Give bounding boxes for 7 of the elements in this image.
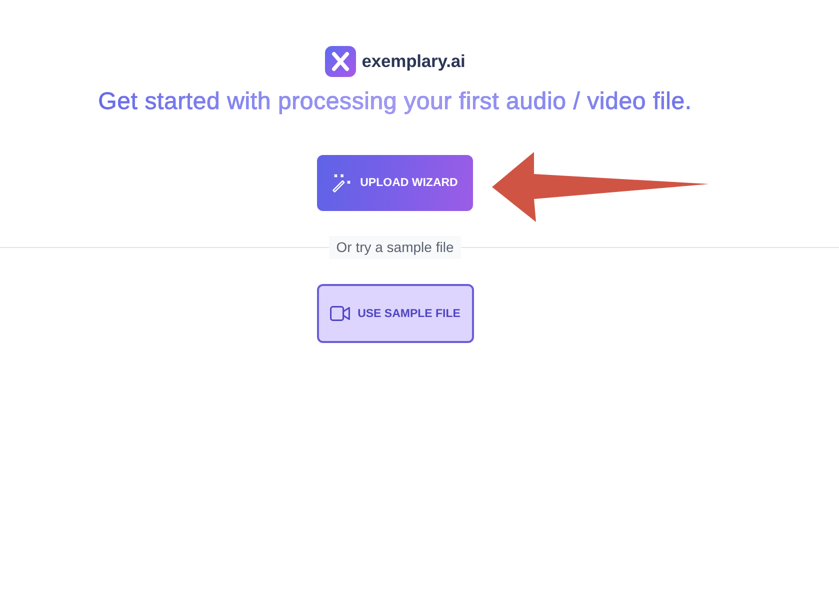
logo-name: exemplary.ai xyxy=(362,51,466,72)
logo-icon xyxy=(324,46,356,77)
use-sample-file-button[interactable]: USE SAMPLE FILE xyxy=(316,284,474,343)
video-camera-icon xyxy=(330,306,350,321)
magic-wand-icon xyxy=(332,173,352,193)
divider-label: Or try a sample file xyxy=(329,236,461,259)
upload-wizard-button[interactable]: UPLOAD WIZARD xyxy=(317,155,473,211)
